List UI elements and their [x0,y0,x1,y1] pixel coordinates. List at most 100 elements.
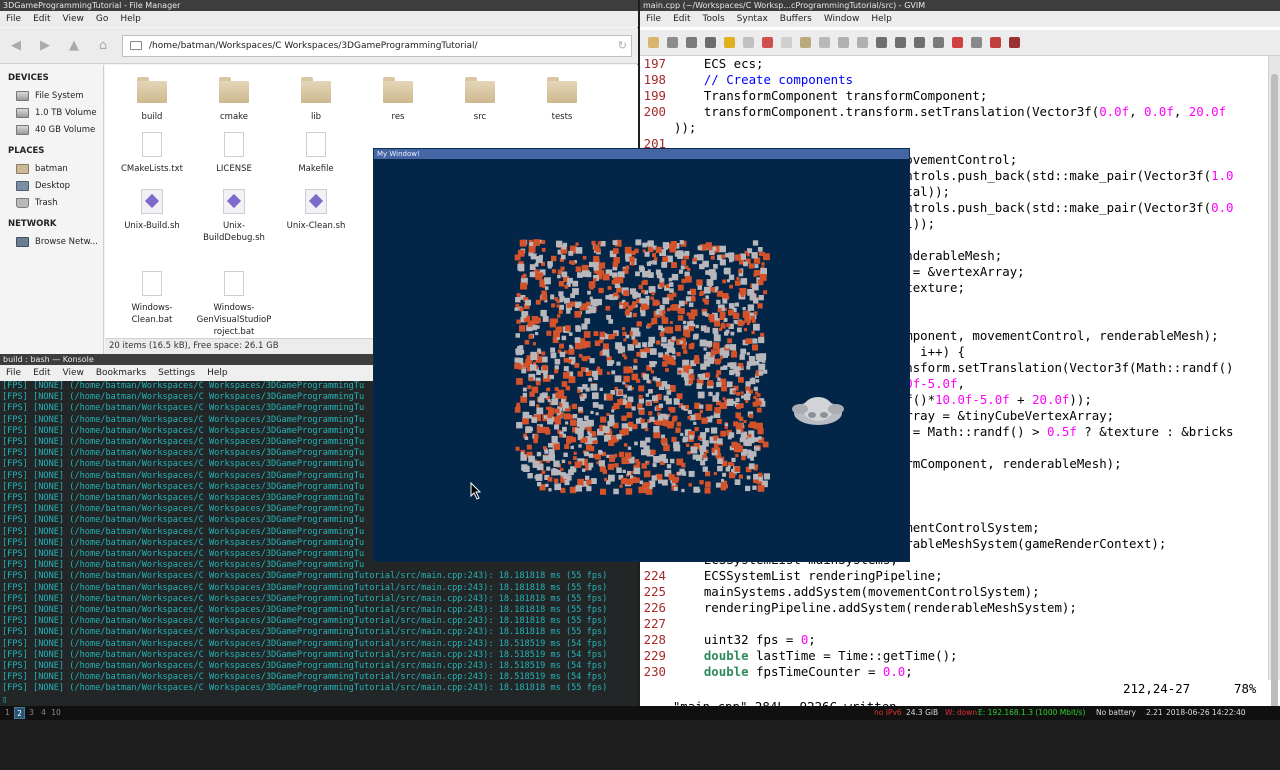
up-arrow-icon[interactable]: ▲ [64,36,84,56]
sidebar-item-batman[interactable]: batman [0,160,103,177]
find-next-icon[interactable] [838,37,849,48]
game-viewport[interactable] [374,159,909,561]
gvim-menu-edit[interactable]: Edit [667,14,696,24]
konsole-menu-view[interactable]: View [57,368,90,378]
gvim-menu-syntax[interactable]: Syntax [731,14,774,24]
fm-menu-go[interactable]: Go [90,14,114,24]
copy-icon[interactable] [781,37,792,48]
home-icon[interactable]: ⌂ [93,36,113,56]
folder-item[interactable]: cmake [193,75,275,123]
cube-mark [583,331,591,338]
mouse-cursor-icon [470,481,482,500]
scrollbar-thumb[interactable] [1271,74,1278,714]
cube-mark [629,256,635,263]
monkey-head-model [792,397,844,425]
fm-menu-file[interactable]: File [0,14,27,24]
paste-icon[interactable] [800,37,811,48]
run-script-icon[interactable] [914,37,925,48]
load-session-icon[interactable] [876,37,887,48]
save-session-icon[interactable] [895,37,906,48]
cube-mark [678,269,684,274]
jump-tag-icon[interactable] [990,37,1001,48]
editor-scrollbar[interactable] [1268,56,1280,714]
replace-icon[interactable] [819,37,830,48]
workspace-4[interactable]: 4 [38,707,49,719]
cube-mark [745,399,749,403]
cube-mark [553,416,560,423]
folder-item[interactable]: build [111,75,193,123]
find-prev-icon[interactable] [857,37,868,48]
file-item[interactable]: Windows- GenVisualStudioP roject.bat [193,271,275,338]
konsole-menu-edit[interactable]: Edit [27,368,56,378]
cube-mark [705,404,713,411]
cube-mark [608,335,613,340]
cube-mark [720,430,727,437]
workspace-1[interactable]: 1 [2,707,13,719]
fm-menu-view[interactable]: View [57,14,90,24]
gvim-menu-help[interactable]: Help [865,14,898,24]
shell-icon[interactable] [952,37,963,48]
file-item[interactable]: Unix-Build.sh [111,189,193,232]
print-icon[interactable] [705,37,716,48]
fm-menu-help[interactable]: Help [114,14,147,24]
sidebar-item-40gb-volume[interactable]: 40 GB Volume [0,121,103,138]
cube-mark [756,407,762,413]
reload-icon[interactable]: ↻ [618,36,627,56]
redo-icon[interactable] [743,37,754,48]
cube-mark [666,390,672,395]
save-all-icon[interactable] [686,37,697,48]
file-item[interactable]: Makefile [275,132,357,175]
folder-item[interactable]: lib [275,75,357,123]
cube-mark [516,404,521,409]
gvim-menubar: File Edit Tools Syntax Buffers Window He… [640,11,1280,27]
sidebar-item-file-system[interactable]: File System [0,87,103,104]
cube-mark [676,352,681,357]
gvim-menu-tools[interactable]: Tools [697,14,731,24]
konsole-menu-settings[interactable]: Settings [152,368,201,378]
cube-mark [561,271,568,278]
ctags-icon[interactable] [971,37,982,48]
cut-icon[interactable] [762,37,773,48]
file-item[interactable]: Unix-Clean.sh [275,189,357,232]
workspace-3[interactable]: 3 [26,707,37,719]
file-name-label: build [141,112,163,122]
cube-mark [564,480,570,486]
forward-arrow-icon[interactable]: ▶ [35,36,55,56]
cube-mark [624,246,632,254]
code-token: uint32 fps = [674,632,801,647]
sidebar-item-trash[interactable]: Trash [0,194,103,211]
help-icon[interactable] [1009,37,1020,48]
game-window[interactable]: My Window! [373,148,910,562]
konsole-menu-file[interactable]: File [0,368,27,378]
file-item[interactable]: LICENSE [193,132,275,175]
sidebar-item-browse-network[interactable]: Browse Netw... [0,233,103,250]
folder-item[interactable]: res [357,75,439,123]
cube-mark [598,460,605,467]
workspace-10[interactable]: 10 [49,707,63,719]
gvim-menu-file[interactable]: File [640,14,667,24]
gvim-menu-window[interactable]: Window [818,14,866,24]
folder-item[interactable]: src [439,75,521,123]
fm-menu-edit[interactable]: Edit [27,14,56,24]
file-item[interactable]: Windows- Clean.bat [111,271,193,326]
open-icon[interactable] [648,37,659,48]
undo-icon[interactable] [724,37,735,48]
file-item[interactable]: Unix- BuildDebug.sh [193,189,275,244]
cube-mark [634,248,639,254]
cube-mark [658,352,664,358]
cube-mark [629,332,634,336]
location-bar[interactable]: /home/batman/Workspaces/C Workspaces/3DG… [122,35,632,57]
gvim-menu-buffers[interactable]: Buffers [774,14,818,24]
folder-item[interactable]: tests [521,75,603,123]
workspace-2[interactable]: 2 [14,707,25,719]
konsole-menu-help[interactable]: Help [201,368,234,378]
file-item[interactable]: CMakeLists.txt [111,132,193,175]
sidebar-item-desktop[interactable]: Desktop [0,177,103,194]
back-arrow-icon[interactable]: ◀ [6,36,26,56]
cube-mark [574,337,581,343]
save-icon[interactable] [667,37,678,48]
konsole-menu-bookmarks[interactable]: Bookmarks [90,368,152,378]
sidebar-item-1tb-volume[interactable]: 1.0 TB Volume [0,104,103,121]
cube-mark [533,438,538,444]
make-icon[interactable] [933,37,944,48]
